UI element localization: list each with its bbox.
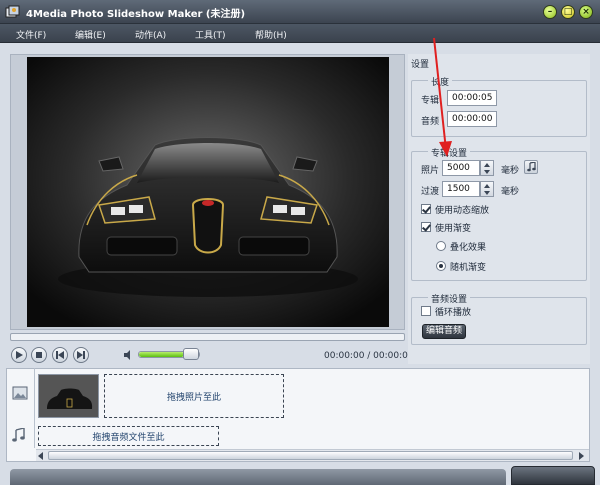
menu-help[interactable]: 帮助(H) — [255, 28, 287, 41]
next-button[interactable] — [73, 347, 89, 363]
time-display: 00:00:00 / 00:00:05 — [324, 351, 414, 361]
volume-icon — [124, 350, 130, 360]
audio-drop-zone[interactable]: 拖拽音频文件至此 — [38, 426, 219, 446]
transition-duration-label: 过渡 — [421, 187, 440, 197]
app-logo-icon — [5, 5, 20, 18]
music-note-icon — [527, 162, 536, 172]
scroll-thumb[interactable] — [48, 451, 573, 460]
photo-duration-label: 照片 — [421, 166, 440, 176]
duration-legend: 长度 — [428, 75, 453, 88]
title-bar: 4Media Photo Slideshow Maker (未注册) – □ × — [0, 0, 600, 24]
photo-music-button[interactable] — [524, 160, 538, 174]
photo-drop-text: 拖拽照片至此 — [166, 392, 221, 403]
car-thumbnail-image — [39, 375, 98, 417]
track-separator — [34, 368, 35, 448]
play-button[interactable] — [11, 347, 27, 363]
use-transition-label: 使用渐变 — [435, 224, 472, 234]
menu-bar: 文件(F) 编辑(E) 动作(A) 工具(T) 帮助(H) — [0, 24, 600, 43]
photo-unit-label: 毫秒 — [501, 166, 520, 176]
duration-group — [411, 80, 587, 137]
play-icon — [16, 351, 23, 359]
volume-thumb[interactable] — [183, 348, 199, 360]
menu-tools[interactable]: 工具(T) — [195, 28, 226, 41]
random-transition-label: 随机渐变 — [450, 263, 487, 273]
audio-duration-field[interactable]: 00:00:00 — [447, 111, 497, 127]
dynamic-zoom-label: 使用动态缩放 — [435, 206, 490, 216]
skip-back-icon — [56, 351, 64, 359]
loop-playback-label: 循环播放 — [435, 308, 472, 318]
window-title: 4Media Photo Slideshow Maker (未注册) — [26, 9, 246, 20]
minimize-button[interactable]: – — [543, 5, 557, 19]
skip-forward-icon — [77, 351, 85, 359]
album-settings-legend: 专辑设置 — [428, 146, 471, 159]
seek-bar[interactable] — [10, 333, 405, 341]
menu-file[interactable]: 文件(F) — [16, 28, 46, 41]
edit-audio-button[interactable]: 编辑音频 — [422, 324, 466, 339]
bottom-bar — [10, 469, 506, 485]
preview-panel — [10, 54, 405, 330]
transition-duration-field[interactable]: 1500 — [442, 181, 480, 197]
timeline-scrollbar[interactable] — [36, 449, 589, 461]
volume-fill — [139, 352, 184, 357]
stop-icon — [36, 352, 42, 358]
overlay-effect-radio[interactable] — [436, 241, 446, 251]
photo-thumbnail[interactable] — [38, 374, 99, 418]
loop-playback-checkbox[interactable] — [421, 306, 431, 316]
preview-image — [27, 57, 389, 327]
scroll-right-arrow-icon[interactable] — [579, 452, 584, 460]
bottom-action-button[interactable] — [511, 466, 595, 485]
close-button[interactable]: × — [579, 5, 593, 19]
overlay-effect-label: 叠化效果 — [450, 243, 487, 253]
audio-settings-legend: 音频设置 — [428, 292, 471, 305]
menu-edit[interactable]: 编辑(E) — [75, 28, 106, 41]
dynamic-zoom-checkbox[interactable] — [421, 204, 431, 214]
photo-duration-field[interactable]: 5000 — [442, 160, 480, 176]
previous-button[interactable] — [52, 347, 68, 363]
photo-duration-stepper[interactable] — [480, 160, 494, 176]
stop-button[interactable] — [31, 347, 47, 363]
album-duration-field[interactable]: 00:00:05 — [447, 90, 497, 106]
transition-duration-stepper[interactable] — [480, 181, 494, 197]
menu-action[interactable]: 动作(A) — [135, 28, 166, 41]
maximize-button[interactable]: □ — [561, 5, 575, 19]
scroll-left-arrow-icon[interactable] — [38, 452, 43, 460]
audio-duration-label: 音频 — [421, 117, 440, 127]
car-photo — [27, 57, 389, 327]
transition-unit-label: 毫秒 — [501, 187, 520, 197]
audio-drop-text: 拖拽音频文件至此 — [92, 432, 165, 443]
photo-drop-zone[interactable]: 拖拽照片至此 — [104, 374, 284, 418]
settings-title: 设置 — [411, 60, 430, 70]
photo-track-icon — [12, 386, 28, 400]
audio-track-icon — [12, 428, 25, 442]
album-duration-label: 专辑 — [421, 96, 440, 106]
use-transition-checkbox[interactable] — [421, 222, 431, 232]
random-transition-radio[interactable] — [436, 261, 446, 271]
